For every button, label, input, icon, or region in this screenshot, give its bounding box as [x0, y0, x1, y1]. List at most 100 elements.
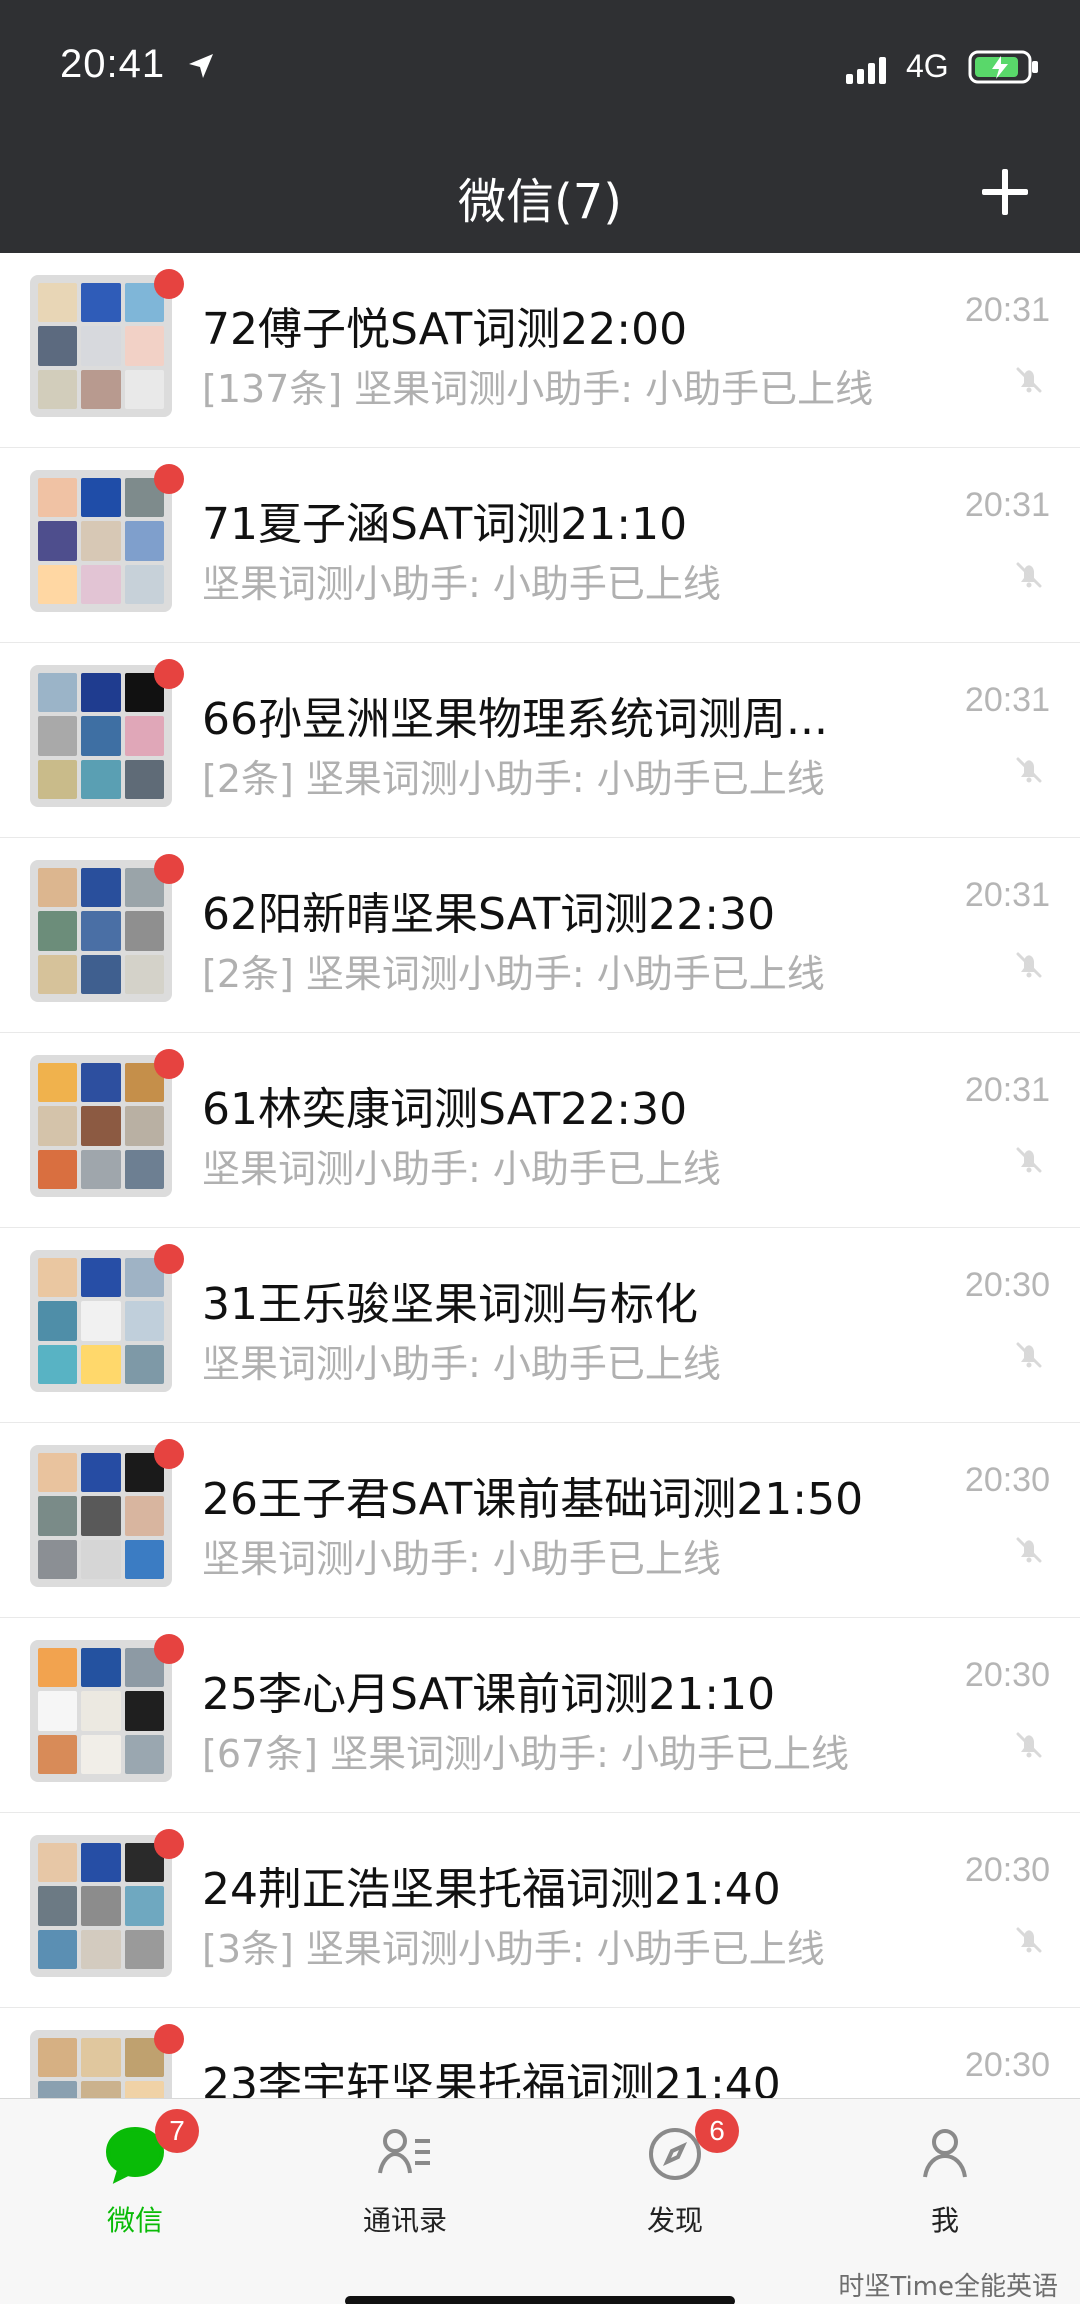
tab-label: 我 [930, 2204, 959, 2237]
group-avatar [30, 665, 172, 807]
mute-bell-icon [1016, 952, 1042, 978]
chat-preview: 坚果词测小助手: 小助手已上线 [202, 1537, 721, 1581]
signal-icon [846, 57, 886, 84]
avatar-tile [124, 1539, 164, 1579]
group-avatar-wrap [30, 269, 184, 417]
avatar-tile [38, 673, 78, 713]
avatar-tile [38, 1453, 78, 1493]
location-arrow-icon [189, 54, 213, 78]
group-avatar [30, 1640, 172, 1782]
chat-list-item[interactable]: 26王子君SAT课前基础词测21:50 坚果词测小助手: 小助手已上线 20:30 [0, 1423, 1080, 1618]
avatar-tile [81, 1843, 121, 1883]
avatar-tile [38, 478, 78, 518]
avatar-tile [81, 1734, 121, 1774]
tab-discover[interactable]: 发现 6 [540, 2099, 810, 2304]
avatar-tile [81, 1106, 121, 1146]
avatar-tile [124, 1929, 164, 1969]
tab-chats[interactable]: 微信 7 [0, 2099, 270, 2304]
tab-badge: 6 [695, 2109, 739, 2153]
avatar-tile [81, 1149, 121, 1189]
avatar-tile [38, 1344, 78, 1384]
group-avatar [30, 1055, 172, 1197]
avatar-tile [124, 564, 164, 604]
status-time: 20:41 [60, 42, 166, 86]
page-title: 微信(7) [458, 174, 622, 230]
chat-preview: 坚果词测小助手: 小助手已上线 [202, 1147, 721, 1191]
chat-time: 20:31 [964, 876, 1050, 914]
avatar-tile [124, 1344, 164, 1384]
tab-label: 发现 [646, 2204, 703, 2237]
chat-list-item[interactable]: 24荆正浩坚果托福词测21:40 [3条] 坚果词测小助手: 小助手已上线 20:3… [0, 1813, 1080, 2008]
group-avatar [30, 860, 172, 1002]
chat-time: 20:31 [964, 1071, 1050, 1109]
group-avatar-wrap [30, 2024, 184, 2098]
home-indicator [345, 2296, 735, 2304]
avatar-tile [124, 1106, 164, 1146]
avatar-tile [81, 759, 121, 799]
group-avatar-wrap [30, 1049, 184, 1197]
chat-list-item[interactable]: 62阳新晴坚果SAT词测22:30 [2条] 坚果词测小助手: 小助手已上线 20:… [0, 838, 1080, 1033]
avatar-tile [81, 954, 121, 994]
avatar-tile [38, 1496, 78, 1536]
add-icon[interactable] [975, 162, 1035, 222]
chat-preview: 坚果词测小助手: 小助手已上线 [202, 1342, 721, 1386]
avatar-tile [38, 1886, 78, 1926]
chat-title: 25李心月SAT课前词测21:10 [202, 1669, 776, 1720]
unread-dot [154, 1244, 184, 1274]
avatar-tile [81, 1063, 121, 1103]
chat-time: 20:30 [964, 2046, 1050, 2084]
mute-bell-icon [1016, 1537, 1042, 1563]
avatar-tile [38, 1063, 78, 1103]
avatar-tile [38, 954, 78, 994]
avatar-tile [124, 1496, 164, 1536]
chat-preview: [137条] 坚果词测小助手: 小助手已上线 [202, 367, 874, 411]
avatar-tile [81, 2081, 121, 2098]
avatar-tile [38, 1734, 78, 1774]
avatar-tile [38, 868, 78, 908]
chat-time: 20:31 [964, 486, 1050, 524]
avatar-tile [81, 868, 121, 908]
group-avatar [30, 275, 172, 417]
unread-dot [154, 464, 184, 494]
avatar-tile [81, 1258, 121, 1298]
person-icon [923, 2129, 967, 2178]
chat-list-item[interactable]: 72傅子悦SAT词测22:00 [137条] 坚果词测小助手: 小助手已上线 20:… [0, 253, 1080, 448]
avatar-tile [81, 369, 121, 409]
chat-list-item[interactable]: 25李心月SAT课前词测21:10 [67条] 坚果词测小助手: 小助手已上线 20… [0, 1618, 1080, 1813]
avatar-tile [38, 283, 78, 323]
avatar-tile [124, 521, 164, 561]
avatar-tile [38, 1929, 78, 1969]
tab-badge: 7 [155, 2109, 199, 2153]
chat-preview: 坚果词测小助手: 小助手已上线 [202, 562, 721, 606]
wechat-screen: 20:41 4G 微信(7) 72傅子悦SAT词测22:00 [137条] 坚果词… [0, 0, 1080, 2304]
avatar-tile [124, 369, 164, 409]
group-avatar [30, 1445, 172, 1587]
avatar-tile [38, 1149, 78, 1189]
network-type: 4G [906, 48, 949, 84]
chat-list-item[interactable]: 61林奕康词测SAT22:30 坚果词测小助手: 小助手已上线 20:31 [0, 1033, 1080, 1228]
group-avatar-wrap [30, 1634, 184, 1782]
avatar-tile [81, 478, 121, 518]
chat-list-item[interactable]: 66孙昱洲坚果物理系统词测周... [2条] 坚果词测小助手: 小助手已上线 20:… [0, 643, 1080, 838]
chat-list-item[interactable]: 23李宇轩坚果托福词测21:40坚果词测小助手: 小助手已上线20:30 [0, 2008, 1080, 2098]
avatar-tile [81, 326, 121, 366]
chat-list-item[interactable]: 31王乐骏坚果词测与标化 坚果词测小助手: 小助手已上线 20:30 [0, 1228, 1080, 1423]
avatar-tile [38, 2038, 78, 2078]
tab-contacts[interactable]: 通讯录 [270, 2099, 540, 2304]
tab-label: 微信 [106, 2204, 163, 2237]
unread-dot [154, 659, 184, 689]
avatar-tile [81, 673, 121, 713]
avatar-tile [124, 716, 164, 756]
avatar-tile [124, 326, 164, 366]
chat-time: 20:30 [964, 1851, 1050, 1889]
avatar-tile [81, 1453, 121, 1493]
avatar-tile [81, 283, 121, 323]
group-avatar [30, 2030, 172, 2098]
chat-title: 31王乐骏坚果词测与标化 [202, 1279, 698, 1330]
chat-list-item[interactable]: 71夏子涵SAT词测21:10 坚果词测小助手: 小助手已上线 20:31 [0, 448, 1080, 643]
avatar-tile [38, 911, 78, 951]
chat-list: 72傅子悦SAT词测22:00 [137条] 坚果词测小助手: 小助手已上线 20:… [0, 253, 1080, 2098]
chat-preview: [3条] 坚果词测小助手: 小助手已上线 [202, 1927, 825, 1971]
avatar-tile [38, 759, 78, 799]
chat-title: 66孙昱洲坚果物理系统词测周... [202, 694, 828, 745]
